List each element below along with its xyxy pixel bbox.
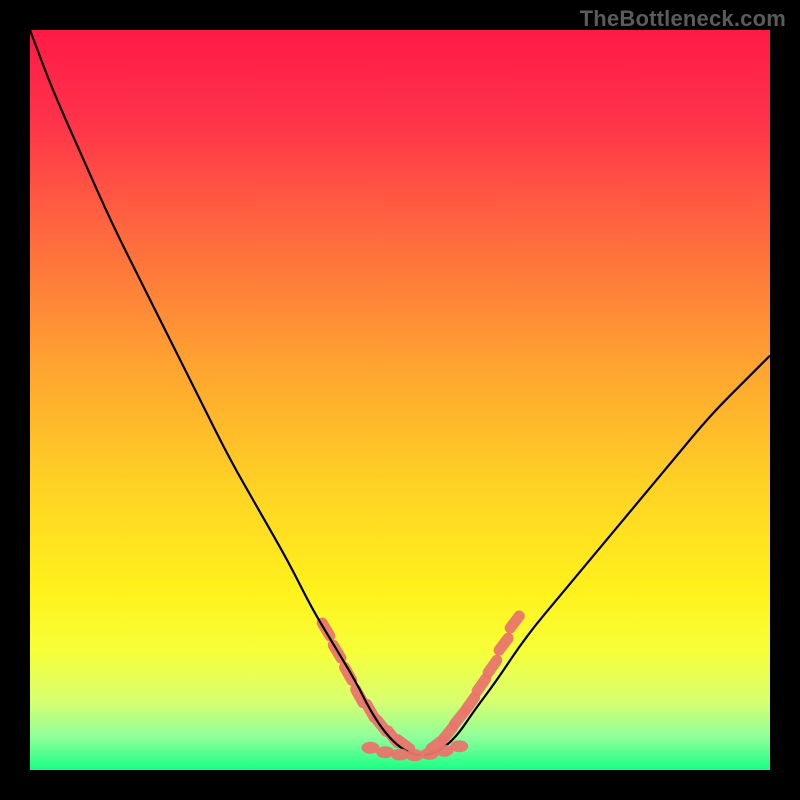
chart-frame: TheBottleneck.com bbox=[0, 0, 800, 800]
bottleneck-curve bbox=[30, 30, 770, 755]
highlight-capsule bbox=[481, 653, 505, 681]
plot-area bbox=[30, 30, 770, 770]
highlight-capsule bbox=[491, 631, 515, 658]
curve-layer bbox=[30, 30, 770, 770]
watermark-text: TheBottleneck.com bbox=[580, 6, 786, 32]
highlight-capsule bbox=[502, 608, 526, 635]
valley-floor-markers bbox=[361, 740, 468, 761]
valley-marker bbox=[450, 740, 468, 752]
